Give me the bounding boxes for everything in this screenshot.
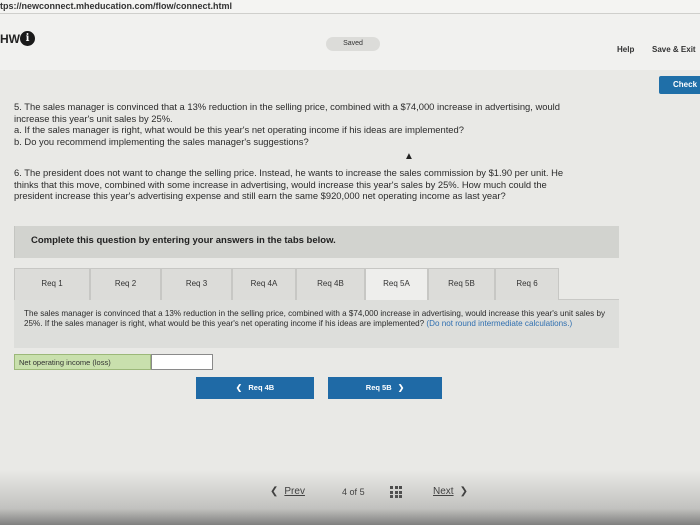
prev-question-link[interactable]: ❮ Prev xyxy=(270,486,305,497)
current-question-number: 4 xyxy=(342,487,348,497)
chevron-right-icon: ❯ xyxy=(397,383,405,392)
question-5-line: 5. The sales manager is convinced that a… xyxy=(14,101,560,112)
requirement-content-panel: The sales manager is convinced that a 13… xyxy=(14,300,619,348)
requirement-tabs: Req 1 Req 2 Req 3 Req 4A Req 4B Req 5A R… xyxy=(14,268,619,301)
question-5-line: increase this year's unit sales by 25%. xyxy=(14,112,173,124)
tab-req-2[interactable]: Req 2 xyxy=(90,268,161,300)
assignment-title: HW xyxy=(0,32,20,46)
question-6-line: 6. The president does not want to change… xyxy=(14,167,564,178)
answer-label: Net operating income (loss) xyxy=(14,354,151,370)
question-6-line: thinks that this move, combined with som… xyxy=(14,178,547,190)
tab-req-4a[interactable]: Req 4A xyxy=(232,268,296,300)
save-exit-button[interactable]: Save & Exit xyxy=(652,45,696,54)
tab-req-1[interactable]: Req 1 xyxy=(14,268,90,300)
next-requirement-button[interactable]: Req 5B ❯ xyxy=(328,377,442,399)
net-operating-income-input[interactable] xyxy=(151,354,213,370)
requirement-prompt: The sales manager is convinced that a 13… xyxy=(24,309,609,328)
total-questions-number: 5 xyxy=(359,487,365,497)
tab-req-4b[interactable]: Req 4B xyxy=(296,268,365,300)
saved-status-badge: Saved xyxy=(326,37,380,51)
chevron-right-icon: ❯ xyxy=(459,486,468,497)
tab-req-6[interactable]: Req 6 xyxy=(495,268,559,300)
screen-edge-shadow xyxy=(0,470,700,525)
chevron-left-icon: ❮ xyxy=(270,486,279,497)
counter-of-text: of xyxy=(349,487,358,497)
question-6-text: 6. The president does not want to change… xyxy=(14,167,684,202)
url-text: tps://newconnect.mheducation.com/flow/co… xyxy=(0,1,233,11)
question-6-line: president increase this year's advertisi… xyxy=(14,190,506,201)
question-5a-line: a. If the sales manager is right, what w… xyxy=(14,124,464,135)
assignment-header: HW i Saved Help Save & Exit xyxy=(0,14,700,70)
tab-req-3[interactable]: Req 3 xyxy=(161,268,232,300)
question-counter: 4 of 5 xyxy=(342,487,365,497)
instructions-text: Complete this question by entering your … xyxy=(31,235,336,246)
prev-requirement-button[interactable]: ❮ Req 4B xyxy=(196,377,314,399)
question-5-text: 5. The sales manager is convinced that a… xyxy=(14,101,684,147)
mouse-cursor-icon: ▲ xyxy=(404,151,414,162)
next-question-label: Next xyxy=(433,486,454,497)
prev-requirement-label: Req 4B xyxy=(248,383,275,392)
browser-url-bar[interactable]: tps://newconnect.mheducation.com/flow/co… xyxy=(0,0,700,14)
question-5b-line: b. Do you recommend implementing the sal… xyxy=(14,135,309,147)
next-question-link[interactable]: Next ❯ xyxy=(433,486,468,497)
question-grid-icon[interactable] xyxy=(390,486,402,498)
help-link[interactable]: Help xyxy=(617,45,634,54)
prev-question-label: Prev xyxy=(284,486,305,497)
instructions-banner: Complete this question by entering your … xyxy=(14,226,619,258)
info-icon[interactable]: i xyxy=(20,31,35,46)
next-requirement-label: Req 5B xyxy=(365,383,392,392)
check-my-work-button[interactable]: Check xyxy=(659,76,700,94)
rounding-hint: (Do not round intermediate calculations.… xyxy=(426,318,573,328)
tab-req-5b[interactable]: Req 5B xyxy=(428,268,495,300)
tab-req-5a[interactable]: Req 5A xyxy=(365,268,428,301)
chevron-left-icon: ❮ xyxy=(235,383,243,392)
